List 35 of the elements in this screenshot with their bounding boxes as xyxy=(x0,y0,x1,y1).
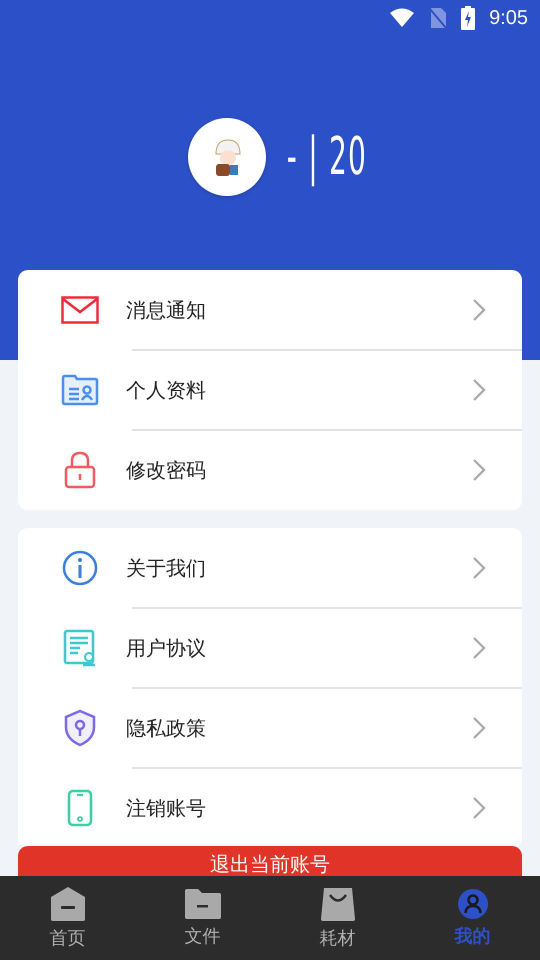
avatar-icon xyxy=(188,118,266,196)
home-icon xyxy=(48,886,86,922)
chevron-right-icon xyxy=(472,716,486,740)
nav-tab[interactable]: 耗材 xyxy=(270,876,405,960)
phone-icon xyxy=(67,789,93,827)
chevron-right-icon xyxy=(472,378,486,402)
menu-item[interactable]: 个人资料 xyxy=(18,350,522,430)
bag-icon xyxy=(320,886,356,922)
menu-item[interactable]: 消息通知 xyxy=(18,270,522,350)
folder-icon xyxy=(184,888,222,920)
menu-item[interactable]: 用户协议 xyxy=(18,608,522,688)
logout-button[interactable]: 退出当前账号 xyxy=(18,846,522,876)
chevron-right-icon xyxy=(472,556,486,580)
wifi-icon xyxy=(389,8,416,28)
document-icon xyxy=(63,629,97,667)
menu-item[interactable]: 注销账号 xyxy=(18,768,522,848)
chevron-right-icon xyxy=(472,636,486,660)
chevron-right-icon xyxy=(472,796,486,820)
user-icon xyxy=(456,888,488,920)
chevron-right-icon xyxy=(472,458,486,482)
chevron-right-icon xyxy=(472,298,486,322)
no-sim-icon xyxy=(429,7,448,29)
menu-item[interactable]: 隐私政策 xyxy=(18,688,522,768)
battery-icon xyxy=(461,6,476,30)
menu-item[interactable]: 修改密码 xyxy=(18,430,522,510)
nav-tab[interactable]: 首页 xyxy=(0,876,135,960)
lock-icon xyxy=(64,451,96,489)
nav-tab[interactable]: 文件 xyxy=(135,876,270,960)
status-time: 9:05 xyxy=(489,6,528,30)
menu-item[interactable]: 关于我们 xyxy=(18,528,522,608)
shield-icon xyxy=(63,709,97,747)
info-icon xyxy=(62,550,98,586)
id-card-icon xyxy=(61,374,99,406)
user-name: - | 20 xyxy=(286,127,368,187)
mail-icon xyxy=(61,296,99,324)
